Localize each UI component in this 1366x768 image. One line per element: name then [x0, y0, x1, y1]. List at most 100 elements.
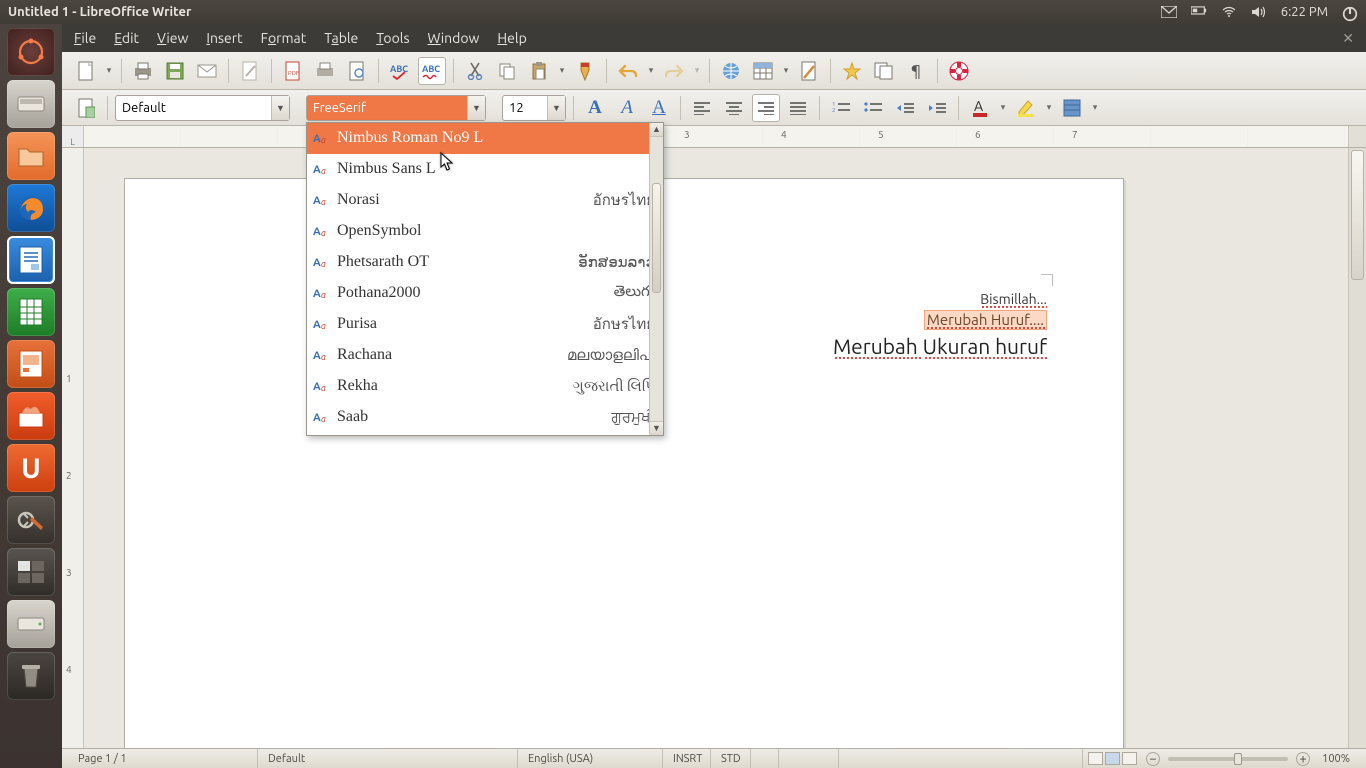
- menu-insert[interactable]: Insert: [206, 30, 242, 46]
- font-option[interactable]: AaNorasiอักษรไทย: [307, 185, 663, 216]
- font-color-button[interactable]: A: [966, 94, 994, 122]
- zoom-slider[interactable]: [1168, 757, 1288, 761]
- volume-icon[interactable]: [1251, 6, 1267, 18]
- font-option[interactable]: AaNimbus Roman No9 L: [307, 123, 663, 154]
- network-icon[interactable]: [1221, 6, 1237, 18]
- cut-button[interactable]: [461, 57, 489, 85]
- spellcheck-button[interactable]: ABC: [386, 57, 414, 85]
- highlight-dropdown[interactable]: ▾: [1044, 102, 1054, 113]
- paragraph-style-input[interactable]: [116, 96, 271, 120]
- font-option[interactable]: AaPurisaอักษรไทย: [307, 309, 663, 340]
- font-color-dropdown[interactable]: ▾: [998, 102, 1008, 113]
- status-signature[interactable]: [779, 749, 839, 768]
- redo-dropdown[interactable]: ▾: [692, 65, 702, 76]
- background-color-dropdown[interactable]: ▾: [1090, 102, 1100, 113]
- format-paintbrush-button[interactable]: [571, 57, 599, 85]
- vertical-ruler[interactable]: 1234: [62, 148, 84, 748]
- view-book-icon[interactable]: [1122, 752, 1137, 765]
- new-dropdown[interactable]: ▾: [104, 65, 114, 76]
- menu-window[interactable]: Window: [428, 30, 480, 46]
- font-name-input[interactable]: [307, 96, 467, 120]
- menu-view[interactable]: View: [157, 30, 188, 46]
- font-name-combo[interactable]: ▼ AaNimbus Roman No9 LAaNimbus Sans LAaN…: [306, 95, 486, 121]
- undo-dropdown[interactable]: ▾: [646, 65, 656, 76]
- align-center-button[interactable]: [720, 94, 748, 122]
- highlight-button[interactable]: [1012, 94, 1040, 122]
- italic-button[interactable]: A: [613, 94, 641, 122]
- zoom-percent[interactable]: 100%: [1314, 749, 1360, 768]
- edit-file-button[interactable]: [236, 57, 264, 85]
- help-button[interactable]: [945, 57, 973, 85]
- view-single-icon[interactable]: [1088, 752, 1103, 765]
- font-size-dropdown[interactable]: ▼: [547, 96, 565, 120]
- save-button[interactable]: [161, 57, 189, 85]
- background-color-button[interactable]: [1058, 94, 1086, 122]
- launcher-workspace[interactable]: [7, 548, 55, 596]
- redo-button[interactable]: [660, 57, 688, 85]
- launcher-impress[interactable]: [7, 340, 55, 388]
- font-name-dropdown[interactable]: ▼: [467, 96, 485, 120]
- font-option[interactable]: AaRachanaമലയാളലിപി: [307, 340, 663, 371]
- paste-dropdown[interactable]: ▾: [557, 65, 567, 76]
- paragraph-style-combo[interactable]: ▼: [115, 95, 290, 121]
- font-size-input[interactable]: [503, 96, 547, 120]
- document-viewport[interactable]: Bismillah... Merubah Huruf.... Merubah U…: [84, 148, 1348, 748]
- scroll-thumb[interactable]: [652, 183, 661, 293]
- zoom-in-button[interactable]: +: [1296, 752, 1310, 766]
- increase-indent-button[interactable]: [923, 94, 951, 122]
- vertical-scrollbar-thumb[interactable]: [1351, 150, 1364, 280]
- navigator-button[interactable]: [870, 57, 898, 85]
- launcher-trash[interactable]: [7, 652, 55, 700]
- hyperlink-button[interactable]: [717, 57, 745, 85]
- view-multi-icon[interactable]: [1105, 752, 1120, 765]
- menu-tools[interactable]: Tools: [376, 30, 409, 46]
- new-button[interactable]: [72, 57, 100, 85]
- mail-icon[interactable]: [1161, 6, 1177, 18]
- launcher-files[interactable]: [7, 132, 55, 180]
- autospell-button[interactable]: ABC: [418, 57, 446, 85]
- launcher-settings[interactable]: [7, 496, 55, 544]
- status-view-layout[interactable]: [1083, 749, 1142, 768]
- status-selection[interactable]: STD: [711, 749, 751, 768]
- font-size-combo[interactable]: ▼: [502, 95, 566, 121]
- bold-button[interactable]: A: [581, 94, 609, 122]
- print-button[interactable]: [129, 57, 157, 85]
- table-button[interactable]: [749, 57, 777, 85]
- scroll-up-arrow[interactable]: ▲: [650, 123, 663, 137]
- font-option[interactable]: AaSaabਗੁਰਮੁਖੀ: [307, 402, 663, 433]
- menu-table[interactable]: Table: [324, 30, 358, 46]
- launcher-writer[interactable]: [7, 236, 55, 284]
- font-option[interactable]: AaPhetsarath OTອັກສອນລາວ: [307, 247, 663, 278]
- launcher-drive[interactable]: [7, 600, 55, 648]
- align-left-button[interactable]: [688, 94, 716, 122]
- print-direct-button[interactable]: [311, 57, 339, 85]
- export-pdf-button[interactable]: PDF: [279, 57, 307, 85]
- launcher-software[interactable]: [7, 392, 55, 440]
- undo-button[interactable]: [614, 57, 642, 85]
- menu-format[interactable]: Format: [261, 30, 307, 46]
- scroll-down-arrow[interactable]: ▼: [650, 421, 663, 435]
- vertical-scrollbar[interactable]: [1348, 148, 1366, 748]
- launcher-ubuntuone[interactable]: U: [7, 444, 55, 492]
- launcher-firefox[interactable]: [7, 184, 55, 232]
- status-insert[interactable]: INSRT: [663, 749, 711, 768]
- zoom-slider-knob[interactable]: [1234, 753, 1242, 765]
- align-justify-button[interactable]: [784, 94, 812, 122]
- paragraph-style-dropdown[interactable]: ▼: [271, 96, 289, 120]
- font-popup-scrollbar[interactable]: ▲ ▼: [649, 123, 663, 435]
- mail-button[interactable]: [193, 57, 221, 85]
- menu-edit[interactable]: Edit: [114, 30, 139, 46]
- show-draw-button[interactable]: [795, 57, 823, 85]
- font-option[interactable]: AaNimbus Sans L: [307, 154, 663, 185]
- find-button[interactable]: [838, 57, 866, 85]
- paste-button[interactable]: [525, 57, 553, 85]
- launcher-calc[interactable]: [7, 288, 55, 336]
- bullet-list-button[interactable]: [859, 94, 887, 122]
- horizontal-ruler[interactable]: 34567: [84, 126, 1348, 147]
- zoom-out-button[interactable]: −: [1146, 752, 1160, 766]
- battery-icon[interactable]: [1191, 6, 1207, 18]
- decrease-indent-button[interactable]: [891, 94, 919, 122]
- power-icon[interactable]: [1342, 6, 1358, 18]
- status-style[interactable]: Default: [258, 749, 518, 768]
- align-right-button[interactable]: [752, 94, 780, 122]
